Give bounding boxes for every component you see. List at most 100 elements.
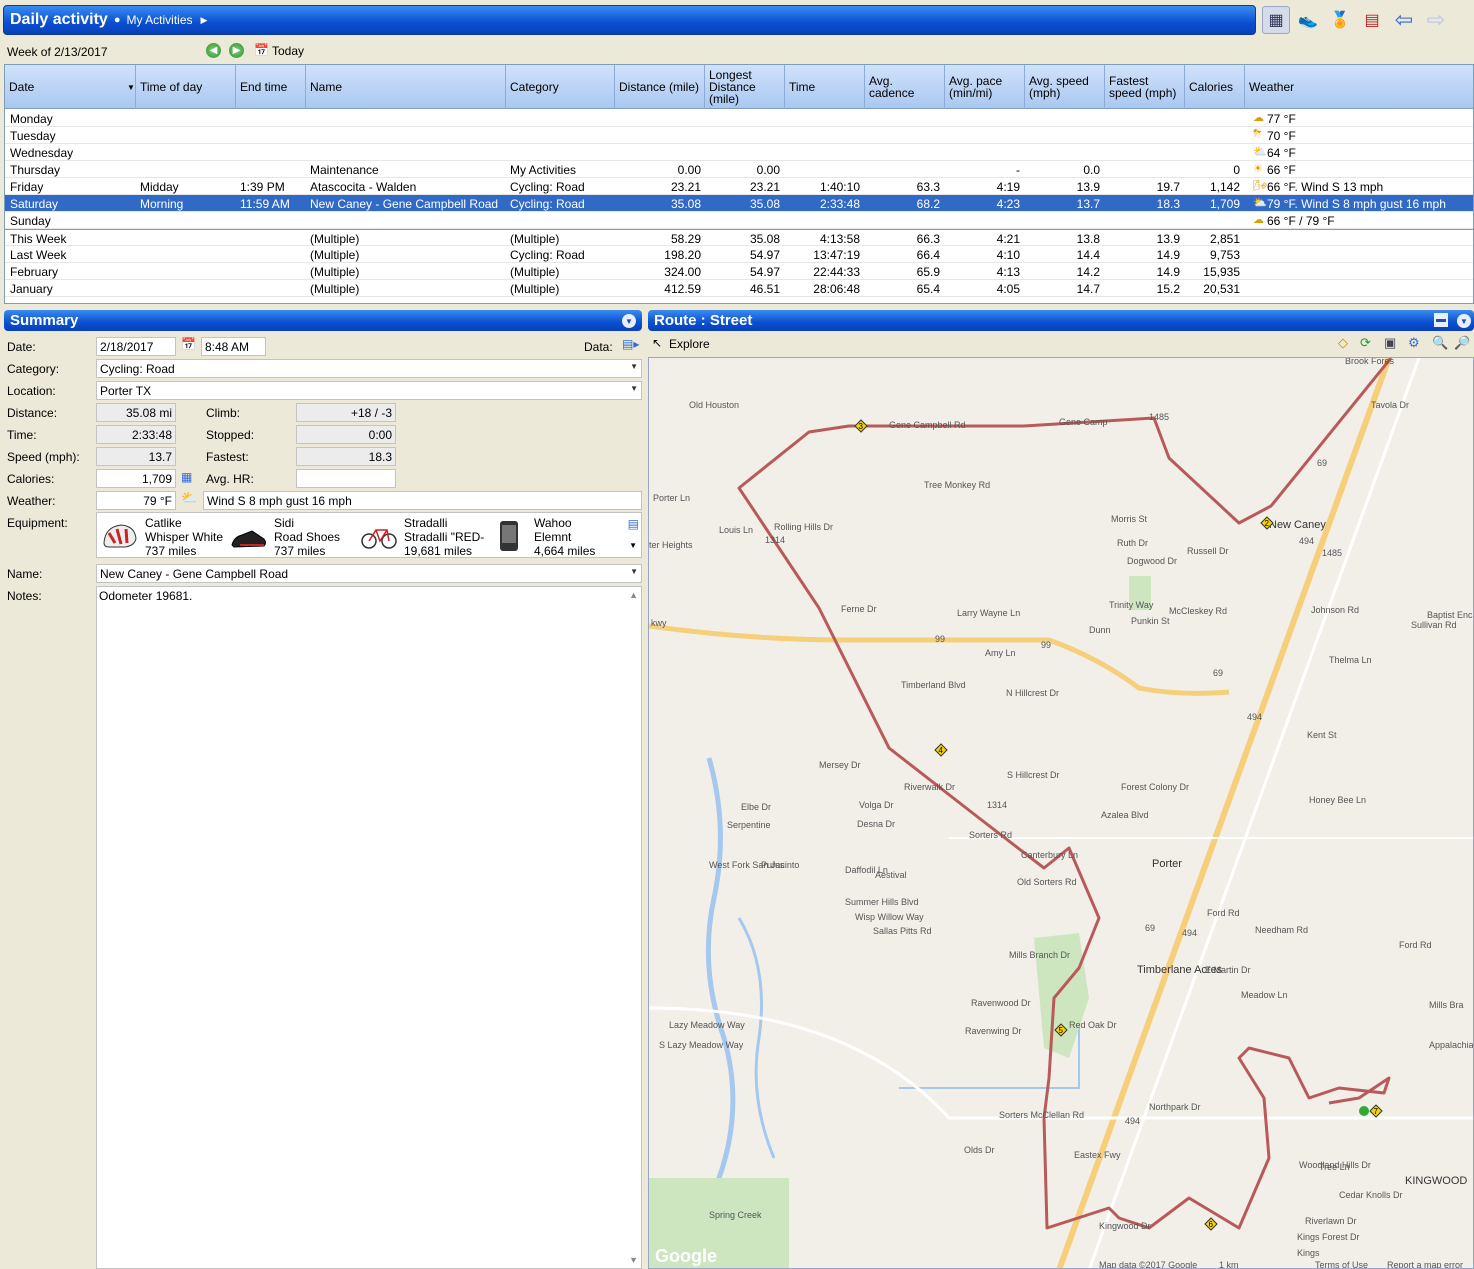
- table-row[interactable]: January (Multiple) (Multiple) 412.59 46.51 28…: [5, 280, 1473, 297]
- cell-cat: Cycling: Road: [510, 248, 585, 262]
- start-marker[interactable]: [1359, 1106, 1369, 1116]
- date-picker-icon[interactable]: 📅: [181, 337, 196, 351]
- medal-icon[interactable]: 🏅: [1326, 6, 1354, 34]
- col-longest-distance[interactable]: Longest Distance (mile): [705, 65, 785, 109]
- panel-layout-icon[interactable]: ▬: [1434, 313, 1448, 327]
- category-select[interactable]: Cycling: Road ▼: [96, 359, 642, 378]
- breadcrumb-category[interactable]: My Activities: [126, 13, 192, 27]
- time-field[interactable]: 2:33:48: [96, 425, 176, 444]
- notes-textarea[interactable]: Odometer 19681. ▲ ▼: [96, 586, 642, 1269]
- today-button[interactable]: Today: [272, 44, 304, 58]
- temperature-field[interactable]: 79 °F: [96, 491, 176, 510]
- date-field[interactable]: 2/18/2017: [96, 337, 176, 356]
- zoom-out-icon[interactable]: 🔍: [1432, 335, 1448, 351]
- previous-week-button[interactable]: ◀: [206, 43, 221, 58]
- table-row[interactable]: Saturday Morning 11:59 AM New Caney - Gene …: [5, 195, 1473, 212]
- distance-marker[interactable]: 6: [1204, 1217, 1218, 1231]
- cell-date: January: [10, 282, 53, 296]
- table-row[interactable]: Last Week (Multiple) Cycling: Road 198.20 54…: [5, 246, 1473, 263]
- equipment-name: Sidi: [274, 516, 295, 530]
- calories-field[interactable]: 1,709: [96, 469, 176, 488]
- col-time[interactable]: Time: [785, 65, 865, 109]
- map-label-amy: Amy Ln: [985, 648, 1016, 658]
- settings-icon[interactable]: ⚙: [1408, 335, 1420, 351]
- marker-icon[interactable]: ◇: [1338, 335, 1348, 351]
- equipment-item-computer[interactable]: Wahoo Elemnt 4,664 miles: [488, 515, 616, 558]
- cloudy-icon: ☁: [1253, 214, 1264, 226]
- marker-number: 3: [859, 422, 864, 431]
- scroll-up-icon[interactable]: ▲: [629, 590, 638, 600]
- calendar-grid-icon[interactable]: ▦: [1262, 6, 1290, 34]
- col-fastest-speed[interactable]: Fastest speed (mph): [1105, 65, 1185, 109]
- cell-weather: 77 °F: [1267, 112, 1296, 126]
- name-select[interactable]: New Caney - Gene Campbell Road ▼: [96, 564, 642, 583]
- calendar-icon[interactable]: 📅: [254, 43, 269, 57]
- equipment-item-helmet[interactable]: Catlike Whisper White 737 miles: [99, 515, 227, 558]
- stopped-field[interactable]: 0:00: [296, 425, 396, 444]
- table-row[interactable]: Thursday Maintenance My Activities 0.00 0.00…: [5, 161, 1473, 178]
- location-select[interactable]: Porter TX ▼: [96, 381, 642, 400]
- distance-field[interactable]: 35.08 mi: [96, 403, 176, 422]
- dropdown-arrow-icon[interactable]: ▼: [630, 362, 638, 371]
- breadcrumb-chevron-icon[interactable]: ▶: [201, 15, 208, 26]
- table-row[interactable]: This Week (Multiple) (Multiple) 58.29 35.08 4…: [5, 229, 1473, 246]
- col-time-of-day[interactable]: Time of day: [136, 65, 236, 109]
- cell-name: (Multiple): [310, 265, 360, 279]
- route-map[interactable]: Old Houston Porter Ln Louis Ln ter Heights R…: [648, 357, 1474, 1269]
- cell-time: 22:44:33: [813, 265, 860, 279]
- calculator-icon[interactable]: ▦: [181, 470, 192, 484]
- explore-button[interactable]: Explore: [669, 337, 710, 351]
- dropdown-arrow-icon[interactable]: ▼: [630, 384, 638, 393]
- partly-sunny-icon[interactable]: ⛅: [181, 490, 197, 506]
- weather-field[interactable]: Wind S 8 mph gust 16 mph: [203, 491, 642, 510]
- report-icon[interactable]: ▤: [1358, 6, 1386, 34]
- refresh-icon[interactable]: ⟳: [1360, 335, 1371, 351]
- table-row[interactable]: Wednesday 64 °F ⛅: [5, 144, 1473, 161]
- equipment-item-bike[interactable]: Stradalli Stradalli "RED- 19,681 miles: [358, 515, 486, 558]
- cursor-icon[interactable]: ↖: [652, 336, 662, 350]
- col-date[interactable]: Date: [5, 65, 136, 109]
- scroll-down-icon[interactable]: ▼: [629, 1255, 638, 1265]
- distance-marker[interactable]: 7: [1369, 1104, 1383, 1118]
- col-category[interactable]: Category: [506, 65, 615, 109]
- table-row[interactable]: Monday 77 °F ☁: [5, 110, 1473, 127]
- data-track-icon[interactable]: ▤▸: [622, 337, 639, 351]
- speed-field[interactable]: 13.7: [96, 447, 176, 466]
- chevron-down-icon[interactable]: ▼: [1457, 314, 1471, 328]
- back-arrow-icon[interactable]: ⇦: [1390, 6, 1418, 34]
- cell-name: (Multiple): [310, 282, 360, 296]
- activity-grid: Date ▼ Time of day End time Name Categor…: [4, 64, 1474, 304]
- dropdown-arrow-icon[interactable]: ▼: [629, 541, 637, 550]
- col-distance[interactable]: Distance (mile): [615, 65, 705, 109]
- climb-field[interactable]: +18 / -3: [296, 403, 396, 422]
- dropdown-arrow-icon[interactable]: ▼: [630, 567, 638, 576]
- col-avg-cadence[interactable]: Avg. cadence: [865, 65, 945, 109]
- forward-arrow-icon[interactable]: ⇨: [1422, 6, 1450, 34]
- equipment-list-icon[interactable]: ▤: [628, 517, 639, 531]
- col-calories[interactable]: Calories: [1185, 65, 1245, 109]
- avg-hr-field[interactable]: [296, 469, 396, 488]
- next-week-button[interactable]: ▶: [229, 43, 244, 58]
- col-avg-speed[interactable]: Avg. speed (mph): [1025, 65, 1105, 109]
- save-icon[interactable]: ▣: [1384, 335, 1396, 351]
- zoom-in-icon[interactable]: 🔎: [1454, 335, 1470, 351]
- table-row[interactable]: Tuesday 70 °F ⛈: [5, 127, 1473, 144]
- col-end-time[interactable]: End time: [236, 65, 306, 109]
- table-row[interactable]: Sunday 66 °F / 79 °F ☁: [5, 212, 1473, 229]
- table-row[interactable]: Friday Midday 1:39 PM Atascocita - Walden Cy…: [5, 178, 1473, 195]
- map-label-s494a: 494: [1299, 536, 1314, 546]
- start-time-field[interactable]: 8:48 AM: [201, 337, 266, 356]
- shoe-icon[interactable]: 👟: [1294, 6, 1322, 34]
- fastest-field[interactable]: 18.3: [296, 447, 396, 466]
- map-label-elbe: Elbe Dr: [741, 802, 771, 812]
- col-weather[interactable]: Weather: [1245, 65, 1473, 109]
- equipment-item-shoes[interactable]: Sidi Road Shoes 737 miles: [228, 515, 356, 558]
- col-name[interactable]: Name: [306, 65, 506, 109]
- map-label-kingsforest: Kings Forest Dr: [1297, 1232, 1360, 1242]
- map-label-gene: Gene Campbell Rd: [889, 420, 966, 430]
- col-avg-pace[interactable]: Avg. pace (min/mi): [945, 65, 1025, 109]
- distance-marker[interactable]: 4: [934, 743, 948, 757]
- chevron-down-icon[interactable]: ▼: [622, 314, 636, 328]
- table-row[interactable]: February (Multiple) (Multiple) 324.00 54.97 2…: [5, 263, 1473, 280]
- distance-marker[interactable]: 3: [854, 419, 868, 433]
